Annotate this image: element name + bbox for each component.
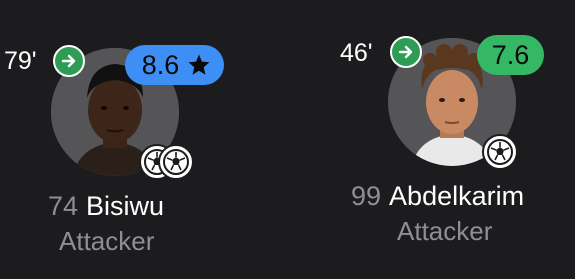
- player-name-line: 74 Bisiwu: [48, 190, 164, 222]
- player-card-abdelkarim[interactable]: 46' 7.6 99 Abdelkarim Attacker: [300, 0, 560, 279]
- player-card-bisiwu[interactable]: 79' 8.6 74 Bisiwu Attacker: [0, 0, 260, 279]
- player-name: Abdelkarim: [389, 181, 525, 211]
- substitution-minute: 79': [4, 47, 37, 75]
- rating-value: 8.6: [141, 50, 180, 80]
- player-name: Bisiwu: [86, 191, 165, 221]
- football-icon: [482, 134, 518, 170]
- substitution-minute: 46': [340, 39, 373, 67]
- star-icon: [187, 53, 211, 77]
- substitution-in-icon: [390, 36, 422, 68]
- player-name-line: 99 Abdelkarim: [351, 180, 524, 212]
- substitution-in-icon: [53, 45, 85, 77]
- rating-value: 7.6: [491, 40, 530, 70]
- shirt-number: 99: [351, 181, 382, 211]
- player-position: Attacker: [397, 216, 493, 246]
- shirt-number: 74: [48, 191, 79, 221]
- player-position: Attacker: [59, 226, 155, 256]
- player-rating-badge: 8.6: [125, 45, 224, 85]
- football-icon: [158, 144, 194, 180]
- player-rating-badge: 7.6: [477, 35, 544, 75]
